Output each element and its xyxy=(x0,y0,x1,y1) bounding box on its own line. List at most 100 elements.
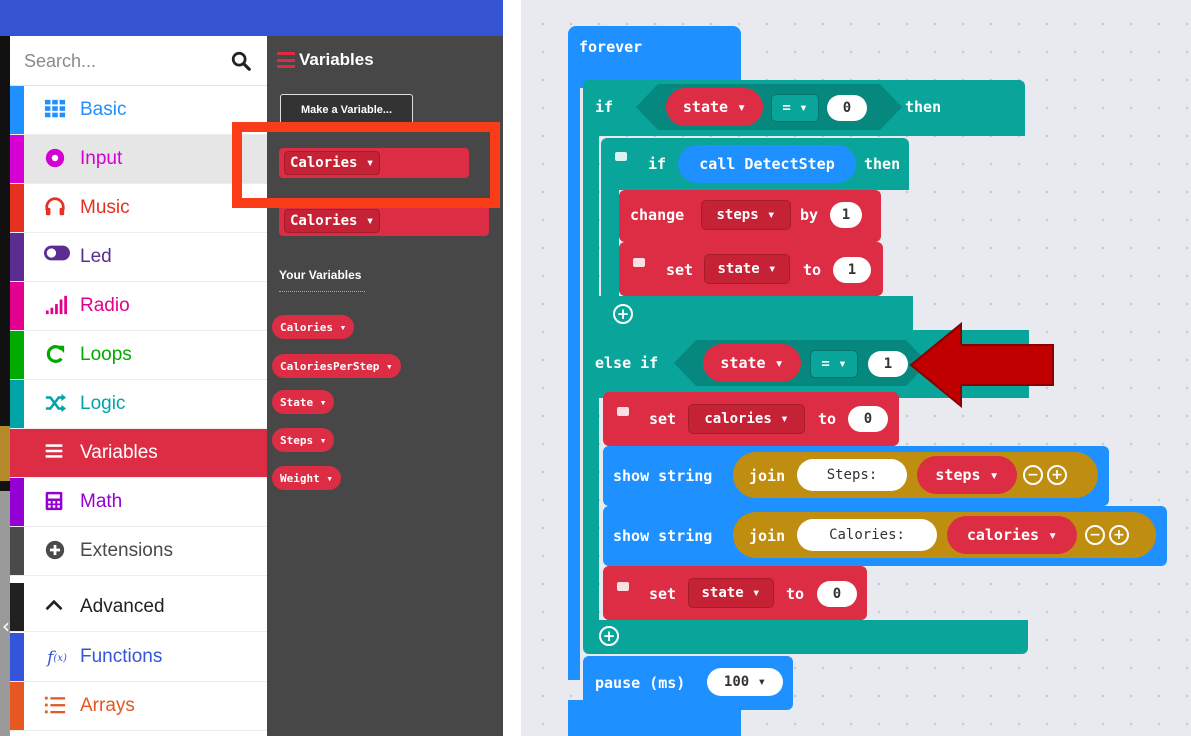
remove-minus-icon[interactable]: − xyxy=(1023,465,1043,485)
function-icon: f (x) xyxy=(47,648,67,668)
variable-dropdown[interactable]: calories ▾ xyxy=(688,404,805,434)
list-icon xyxy=(45,444,63,458)
category-math[interactable]: Math xyxy=(10,478,267,527)
add-plus-icon[interactable]: + xyxy=(1047,465,1067,485)
pause-duration-dropdown[interactable]: 100 ▾ xyxy=(707,668,783,696)
variable-reporter-state[interactable]: state ▾ xyxy=(703,344,801,382)
value-input[interactable]: 0 xyxy=(848,406,888,432)
show-string-label: show string xyxy=(613,467,713,485)
toggle-icon xyxy=(44,245,70,261)
if-keyword: if xyxy=(648,155,667,173)
to-keyword: to xyxy=(803,261,822,279)
category-variables[interactable]: Variables xyxy=(10,429,267,478)
category-arrays[interactable]: Arrays xyxy=(10,682,267,731)
string-input[interactable]: Calories: xyxy=(797,519,937,551)
variable-dropdown[interactable]: Calories ▾ xyxy=(284,209,381,233)
search-row xyxy=(10,36,267,86)
make-variable-button[interactable]: Make a Variable... xyxy=(280,94,413,126)
operator-dropdown[interactable]: = ▾ xyxy=(810,350,858,378)
variable-reporter-state[interactable]: state ▾ xyxy=(666,88,763,126)
add-branch-plus-icon[interactable]: + xyxy=(599,626,619,646)
toolbox: Basic Input Music Led xyxy=(10,36,267,736)
category-functions[interactable]: f (x) Functions xyxy=(10,633,267,682)
category-loops[interactable]: Loops xyxy=(10,331,267,380)
set-keyword: set xyxy=(666,261,694,279)
category-label: Logic xyxy=(80,393,126,414)
collapse-arrow-icon[interactable]: ‹ xyxy=(2,614,10,638)
category-label: Input xyxy=(80,148,123,169)
category-basic[interactable]: Basic xyxy=(10,86,267,135)
signal-icon xyxy=(45,295,67,315)
string-input[interactable]: Steps: xyxy=(797,459,907,491)
variable-reporter-steps[interactable]: steps ▾ xyxy=(917,456,1017,494)
forever-label: forever xyxy=(579,38,643,56)
circle-icon xyxy=(45,148,65,168)
grid-icon xyxy=(44,99,66,118)
category-radio[interactable]: Radio xyxy=(10,282,267,331)
call-detectstep-block[interactable]: call DetectStep xyxy=(678,145,856,183)
comment-icon[interactable] xyxy=(617,582,629,591)
category-logic[interactable]: Logic xyxy=(10,380,267,429)
reporter-label: state ▾ xyxy=(682,98,747,116)
numbered-list-icon xyxy=(44,696,66,714)
category-extensions[interactable]: Extensions xyxy=(10,527,267,576)
value-input[interactable]: 0 xyxy=(817,581,857,607)
search-icon[interactable] xyxy=(230,50,252,72)
set-keyword: set xyxy=(649,410,677,428)
change-variable-block[interactable]: change Calories ▾ by 1 xyxy=(279,206,489,236)
set-variable-block[interactable]: set Calories ▾ to 0 xyxy=(279,148,469,178)
header-bar xyxy=(0,0,503,36)
shuffle-icon xyxy=(45,393,66,413)
operator-dropdown[interactable]: = ▾ xyxy=(771,94,819,122)
list-icon xyxy=(277,52,295,68)
variable-dropdown[interactable]: state ▾ xyxy=(688,578,774,608)
join-block[interactable] xyxy=(733,452,1098,498)
value-input[interactable]: 1 xyxy=(830,202,862,228)
code-workspace[interactable]: forever if state ▾ = ▾ 0 then if call De… xyxy=(521,0,1191,736)
editor-sidebar: ‹ Basic Input xyxy=(0,0,503,736)
set-keyword: set xyxy=(649,585,677,603)
variable-steps[interactable]: Steps ▾ xyxy=(272,428,335,452)
variable-weight[interactable]: Weight ▾ xyxy=(272,466,341,490)
comment-icon[interactable] xyxy=(615,152,627,161)
then-keyword: then xyxy=(905,98,942,116)
variable-reporter-calories[interactable]: calories ▾ xyxy=(947,516,1077,554)
variable-calories[interactable]: Calories ▾ xyxy=(272,315,355,339)
variable-dropdown[interactable]: state ▾ xyxy=(704,254,790,284)
join-keyword: join xyxy=(749,527,786,545)
remove-minus-icon[interactable]: − xyxy=(1085,525,1105,545)
category-label: Functions xyxy=(80,646,163,667)
join-keyword: join xyxy=(749,467,786,485)
category-label: Radio xyxy=(80,295,130,316)
category-label: Music xyxy=(80,197,130,218)
category-label: Arrays xyxy=(80,695,135,716)
category-advanced[interactable]: Advanced xyxy=(10,583,267,632)
category-input[interactable]: Input xyxy=(10,135,267,184)
value-input[interactable]: 1 xyxy=(868,351,908,377)
variable-state[interactable]: State ▾ xyxy=(272,390,335,414)
category-music[interactable]: Music xyxy=(10,184,267,233)
pause-label: pause (ms) xyxy=(595,674,686,692)
to-keyword: to xyxy=(818,410,837,428)
add-plus-icon[interactable]: + xyxy=(1109,525,1129,545)
comment-icon[interactable] xyxy=(633,258,645,267)
by-keyword: by xyxy=(800,206,819,224)
flyout-title: Variables xyxy=(277,50,374,70)
category-led[interactable]: Led xyxy=(10,233,267,282)
comment-icon[interactable] xyxy=(617,407,629,416)
value-input[interactable]: 1 xyxy=(833,257,871,283)
then-keyword: then xyxy=(864,155,901,173)
variable-caloriesperstep[interactable]: CaloriesPerStep ▾ xyxy=(272,354,401,378)
add-branch-plus-icon[interactable]: + xyxy=(613,304,633,324)
chevron-up-icon xyxy=(45,599,63,611)
search-input[interactable] xyxy=(24,46,224,76)
reporter-label: calories ▾ xyxy=(966,526,1058,544)
variable-dropdown[interactable]: steps ▾ xyxy=(701,200,791,230)
category-label: Led xyxy=(80,246,112,267)
variable-dropdown[interactable]: Calories ▾ xyxy=(284,151,381,175)
value-input[interactable]: 0 xyxy=(827,95,867,121)
category-label: Loops xyxy=(80,344,132,365)
category-label: Advanced xyxy=(80,596,165,617)
forever-block[interactable] xyxy=(568,26,741,88)
reporter-label: state ▾ xyxy=(720,354,784,372)
